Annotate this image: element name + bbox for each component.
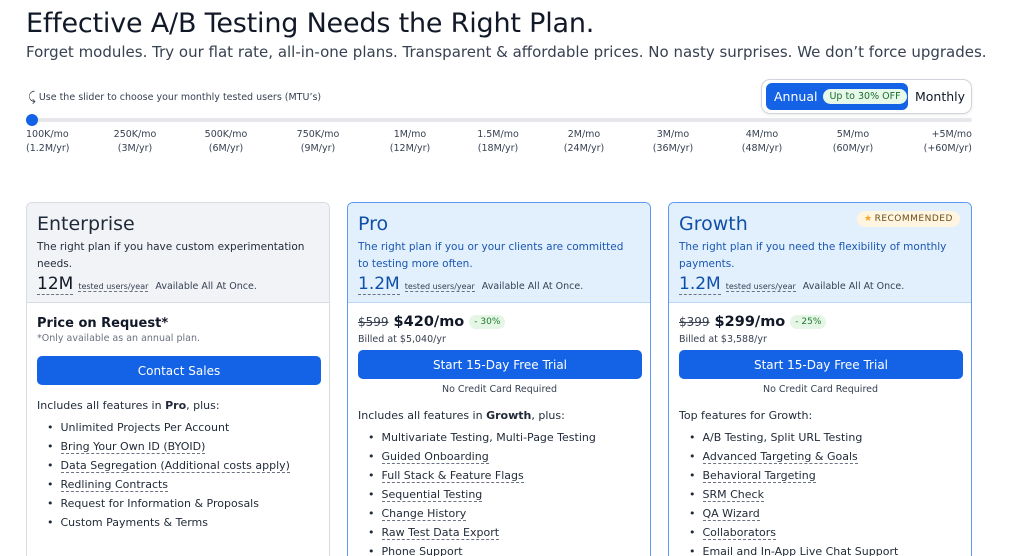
curved-arrow-icon: ⤹ [28, 90, 36, 105]
no-credit-card-note: No Credit Card Required [762, 384, 879, 395]
annual-discount-badge: Up to 30% OFF [823, 89, 907, 104]
plan-header: Pro The right plan if you or your client… [348, 203, 650, 303]
price-row: $399 $299/mo - 25% [679, 314, 962, 330]
plan-name: Enterprise [37, 213, 135, 235]
plan-card-pro: Pro The right plan if you or your client… [347, 202, 651, 556]
annual-option[interactable]: Annual Up to 30% OFF [766, 83, 908, 110]
mtu-value[interactable]: 1.2M [679, 274, 721, 295]
slider-hint: ⤹ Use the slider to choose your monthly … [28, 90, 321, 105]
plan-name: Pro [358, 213, 389, 235]
availability-note: Available All At Once. [155, 281, 257, 292]
old-price: $399 [679, 315, 710, 329]
recommended-badge: ★ RECOMMENDED [857, 211, 960, 227]
billed-note: Billed at $3,588/yr [679, 334, 767, 345]
slider-tick[interactable]: 5M/mo (60M/yr) [828, 128, 878, 156]
feature-item[interactable]: Full Stack & Feature Flags [368, 466, 641, 485]
start-free-trial-button[interactable]: Start 15-Day Free Trial [679, 350, 963, 379]
slider-tick[interactable]: +5M/mo (+60M/yr) [922, 128, 972, 156]
feature-item[interactable]: QA Wizard [689, 504, 962, 523]
price-label: Price on Request* [37, 316, 169, 331]
feature-item: Custom Payments & Terms [47, 513, 320, 532]
feature-item[interactable]: Sequential Testing [368, 485, 641, 504]
monthly-option[interactable]: Monthly [915, 89, 965, 104]
feature-item[interactable]: Guided Onboarding [368, 447, 641, 466]
plan-header: Enterprise The right plan if you have cu… [27, 203, 329, 303]
slider-tick[interactable]: 1M/mo (12M/yr) [385, 128, 435, 156]
plan-description: The right plan if you need the flexibili… [679, 241, 947, 270]
page-title: Effective A/B Testing Needs the Right Pl… [26, 8, 595, 39]
feature-item[interactable]: Advanced Targeting & Goals [689, 447, 962, 466]
mtu-slider-handle[interactable] [26, 114, 38, 126]
mtu-value[interactable]: 12M [37, 274, 74, 295]
slider-tick[interactable]: 500K/mo (6M/yr) [201, 128, 251, 156]
mtu-unit[interactable]: tested users/year [404, 282, 475, 292]
slider-hint-text: Use the slider to choose your monthly te… [38, 92, 322, 103]
plan-mtu: 1.2M tested users/year Available All At … [358, 274, 640, 295]
feature-item[interactable]: Collaborators [689, 523, 962, 542]
feature-item: Unlimited Projects Per Account [47, 418, 320, 437]
billed-note: Billed at $5,040/yr [358, 334, 446, 345]
contact-sales-button[interactable]: Contact Sales [37, 356, 321, 385]
feature-item[interactable]: Behavioral Targeting [689, 466, 962, 485]
current-price: $299/mo [714, 314, 786, 330]
page-subtitle: Forget modules. Try our flat rate, all-i… [26, 43, 987, 61]
plan-body: $599 $420/mo - 30% Billed at $5,040/yr S… [348, 303, 650, 556]
feature-list: Unlimited Projects Per Account Bring You… [37, 418, 320, 532]
star-icon: ★ [864, 214, 873, 224]
slider-tick[interactable]: 4M/mo (48M/yr) [737, 128, 787, 156]
slider-tick[interactable]: 1.5M/mo (18M/yr) [473, 128, 523, 156]
slider-tick[interactable]: 2M/mo (24M/yr) [559, 128, 609, 156]
old-price: $599 [358, 315, 389, 329]
no-credit-card-note: No Credit Card Required [441, 384, 558, 395]
mtu-value[interactable]: 1.2M [358, 274, 400, 295]
plan-body: $399 $299/mo - 25% Billed at $3,588/yr S… [669, 303, 971, 556]
feature-item[interactable]: Phone Support [368, 542, 641, 556]
annual-label: Annual [774, 89, 818, 104]
plan-card-enterprise: Enterprise The right plan if you have cu… [26, 202, 330, 556]
discount-badge: - 25% [790, 315, 827, 329]
feature-item[interactable]: Raw Test Data Export [368, 523, 641, 542]
features-heading: Includes all features in Pro, plus: [37, 399, 220, 412]
feature-item: A/B Testing, Split URL Testing [689, 428, 962, 447]
plan-description: The right plan if you have custom experi… [37, 241, 305, 270]
plan-mtu: 1.2M tested users/year Available All At … [679, 274, 961, 295]
feature-item[interactable]: Data Segregation (Additional costs apply… [47, 456, 320, 475]
plan-header: Growth ★ RECOMMENDED The right plan if yo… [669, 203, 971, 303]
current-price: $420/mo [393, 314, 465, 330]
slider-tick[interactable]: 3M/mo (36M/yr) [648, 128, 698, 156]
plan-body: Price on Request* *Only available as an … [27, 303, 329, 532]
feature-list: Multivariate Testing, Multi-Page Testing… [358, 428, 641, 556]
slider-tick[interactable]: 250K/mo (3M/yr) [110, 128, 160, 156]
mtu-slider-track[interactable] [30, 118, 972, 122]
feature-item[interactable]: Email and In-App Live Chat Support [689, 542, 962, 556]
features-heading: Includes all features in Growth, plus: [358, 409, 565, 422]
feature-item[interactable]: Bring Your Own ID (BYOID) [47, 437, 320, 456]
feature-item[interactable]: SRM Check [689, 485, 962, 504]
feature-item: Multivariate Testing, Multi-Page Testing [368, 428, 641, 447]
slider-tick[interactable]: 100K/mo (1.2M/yr) [26, 128, 69, 156]
feature-item[interactable]: Redlining Contracts [47, 475, 320, 494]
mtu-unit[interactable]: tested users/year [725, 282, 796, 292]
price-note: *Only available as an annual plan. [37, 333, 200, 344]
feature-item[interactable]: Change History [368, 504, 641, 523]
discount-badge: - 30% [469, 315, 506, 329]
plan-card-growth: Growth ★ RECOMMENDED The right plan if yo… [668, 202, 972, 556]
plan-mtu: 12M tested users/year Available All At O… [37, 274, 319, 295]
mtu-unit[interactable]: tested users/year [78, 282, 149, 292]
feature-list: A/B Testing, Split URL Testing Advanced … [679, 428, 962, 556]
slider-tick[interactable]: 750K/mo (9M/yr) [293, 128, 343, 156]
availability-note: Available All At Once. [481, 281, 584, 292]
plan-description: The right plan if you or your clients ar… [358, 241, 624, 270]
billing-period-toggle[interactable]: Annual Up to 30% OFF Monthly [761, 79, 972, 114]
price-row: $599 $420/mo - 30% [358, 314, 641, 330]
start-free-trial-button[interactable]: Start 15-Day Free Trial [358, 350, 642, 379]
feature-item: Request for Information & Proposals [47, 494, 320, 513]
features-heading: Top features for Growth: [679, 409, 813, 422]
availability-note: Available All At Once. [802, 281, 905, 292]
